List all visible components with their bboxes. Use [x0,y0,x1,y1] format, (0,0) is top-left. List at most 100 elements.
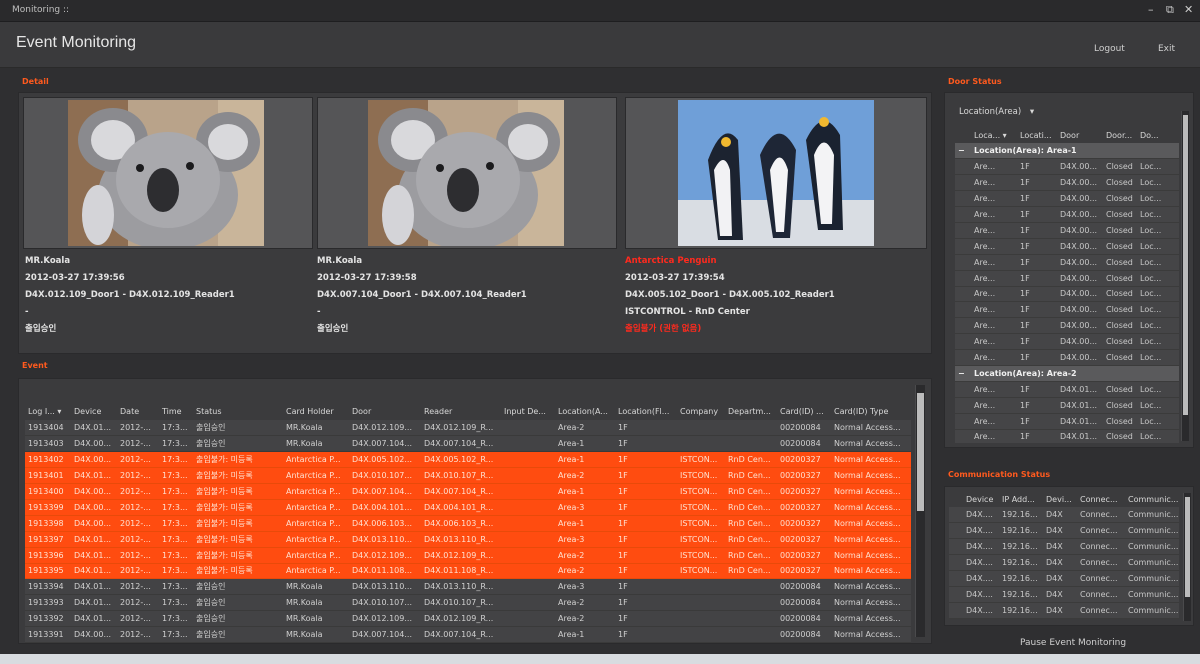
door-row[interactable]: Are... 1F D4X.01... Closed Loc... [955,381,1179,398]
door-cell: Loc... [1137,270,1179,287]
event-column-header[interactable]: Location(Fl... [615,403,677,420]
scroll-thumb[interactable] [1183,115,1188,415]
minimize-icon[interactable]: – [1148,3,1154,16]
comm-row[interactable]: D4X.... 192.16... D4X Connec... Communic... [949,586,1179,603]
comm-status-scrollbar[interactable] [1183,493,1191,621]
door-row[interactable]: Are... 1F D4X.00... Closed Loc... [955,349,1179,366]
event-cell: D4X.01... [71,610,117,628]
scroll-thumb[interactable] [1185,497,1190,597]
door-row[interactable]: Are... 1F D4X.00... Closed Loc... [955,254,1179,271]
event-section-label: Event [22,361,48,370]
group-by-chip[interactable]: Location(Area) ▾ [959,107,1034,117]
event-row[interactable]: 1913402 D4X.00... 2012-... 17:3... 출입불가: 미등록… [25,451,911,469]
event-cell: D4X.004.101... [349,499,421,516]
door-row[interactable]: Are... 1F D4X.00... Closed Loc... [955,301,1179,319]
event-column-header[interactable]: Card(ID) Type [831,403,911,420]
comm-row[interactable]: D4X.... 192.16... D4X Connec... Communic... [949,507,1179,524]
event-cell: D4X.01... [71,420,117,437]
door-row[interactable]: Are... 1F D4X.00... Closed Loc... [955,317,1179,335]
event-row[interactable]: 1913399 D4X.00... 2012-... 17:3... 출입불가: 미등록… [25,499,911,516]
event-cell: 1913397 [25,531,71,548]
event-cell: MR.Koala [283,420,349,437]
event-cell: Normal Access... [831,626,911,643]
door-row[interactable]: Are... 1F D4X.01... Closed Loc... [955,397,1179,414]
comm-row[interactable]: D4X.... 192.16... D4X Connec... Communic... [949,602,1179,619]
event-row[interactable]: 1913391 D4X.00... 2012-... 17:3... 출입승인 MR.Ko… [25,626,911,643]
door-column-header[interactable]: Loca... ▾ [971,127,1017,143]
door-row[interactable]: Are... 1F D4X.00... Closed Loc... [955,238,1179,255]
event-row[interactable]: 1913393 D4X.01... 2012-... 17:3... 출입승인 MR.Ko… [25,594,911,612]
door-column-header[interactable]: Door... [1103,127,1137,143]
door-reader: D4X.012.109_Door1 - D4X.012.109_Reader1 [25,290,235,300]
door-row[interactable]: Are... 1F D4X.00... Closed Loc... [955,206,1179,223]
logout-button[interactable]: Logout [1094,44,1125,54]
pause-event-monitoring-button[interactable]: Pause Event Monitoring [1020,638,1126,648]
event-column-header[interactable]: Card(ID) ... [777,403,831,420]
event-column-header[interactable]: Card Holder [283,403,349,420]
event-row[interactable]: 1913400 D4X.00... 2012-... 17:3... 출입불가: 미등록… [25,483,911,500]
event-cell [501,610,555,628]
row-indent [955,333,971,351]
door-row[interactable]: Are... 1F D4X.00... Closed Loc... [955,174,1179,192]
event-cell [501,483,555,500]
door-row[interactable]: Are... 1F D4X.00... Closed Loc... [955,222,1179,239]
door-cell: Closed [1103,206,1137,223]
event-row[interactable]: 1913404 D4X.01... 2012-... 17:3... 출입승인 MR.Ko… [25,420,911,437]
event-row[interactable]: 1913395 D4X.01... 2012-... 17:3... 출입불가: 미등록… [25,563,911,580]
event-column-header[interactable]: Log I... ▾ [25,403,71,420]
door-group-row[interactable]: − Location(Area): Area-2 [955,365,1179,382]
event-column-header[interactable]: Date [117,403,159,420]
door-cell: Closed [1103,301,1137,319]
event-row[interactable]: 1913392 D4X.01... 2012-... 17:3... 출입승인 MR.Ko… [25,610,911,628]
comm-column-header[interactable]: Devi... [1043,491,1077,507]
event-column-header[interactable]: Device [71,403,117,420]
door-group-row[interactable]: − Location(Area): Area-1 [955,143,1179,160]
comm-column-header[interactable]: Connec... [1077,491,1125,507]
door-row[interactable]: Are... 1F D4X.00... Closed Loc... [955,270,1179,287]
event-cell: RnD Cen... [725,499,777,516]
event-column-header[interactable]: Reader [421,403,501,420]
comm-column-header[interactable]: Communic... [1125,491,1179,507]
close-icon[interactable]: ✕ [1184,3,1193,16]
event-column-header[interactable]: Location(A... [555,403,615,420]
door-column-header[interactable]: Do... [1137,127,1179,143]
comm-row[interactable]: D4X.... 192.16... D4X Connec... Communic... [949,522,1179,540]
restore-icon[interactable]: ⧉ [1166,3,1174,17]
event-row[interactable]: 1913401 D4X.01... 2012-... 17:3... 출입불가: 미등록… [25,467,911,485]
comm-row[interactable]: D4X.... 192.16... D4X Connec... Communic... [949,554,1179,572]
comm-column-header[interactable]: IP Add... [999,491,1043,507]
door-row[interactable]: Are... 1F D4X.01... Closed Loc... [955,429,1179,443]
collapse-icon[interactable]: − [955,143,971,160]
event-column-header[interactable]: Company [677,403,725,420]
event-column-header[interactable]: Input De... [501,403,555,420]
event-row[interactable]: 1913398 D4X.00... 2012-... 17:3... 출입불가: 미등록… [25,515,911,532]
event-column-header[interactable]: Door [349,403,421,420]
door-column-header[interactable]: Door [1057,127,1103,143]
door-row[interactable]: Are... 1F D4X.00... Closed Loc... [955,158,1179,176]
door-row[interactable]: Are... 1F D4X.00... Closed Loc... [955,190,1179,208]
door-row[interactable]: Are... 1F D4X.00... Closed Loc... [955,333,1179,351]
event-row[interactable]: 1913397 D4X.01... 2012-... 17:3... 출입불가: 미등록… [25,531,911,548]
event-row[interactable]: 1913403 D4X.00... 2012-... 17:3... 출입승인 MR.Ko… [25,435,911,453]
comm-column-header[interactable]: Device [963,491,999,507]
comm-cell: D4X.... [963,538,999,556]
event-column-header[interactable]: Time [159,403,193,420]
scroll-thumb[interactable] [917,393,924,511]
event-column-header[interactable]: Departm... [725,403,777,420]
door-row[interactable]: Are... 1F D4X.01... Closed Loc... [955,413,1179,430]
event-cell: D4X.013.110... [349,578,421,596]
collapse-icon[interactable]: − [955,365,971,382]
event-column-header[interactable]: Status [193,403,283,420]
exit-button[interactable]: Exit [1158,44,1175,54]
event-row[interactable]: 1913396 D4X.01... 2012-... 17:3... 출입불가: 미등록… [25,547,911,564]
door-cell: 1F [1017,158,1057,176]
comm-row[interactable]: D4X.... 192.16... D4X Connec... Communic... [949,538,1179,556]
door-status-scrollbar[interactable] [1181,111,1189,441]
event-scrollbar[interactable] [915,385,925,637]
door-column-header[interactable]: Locati... [1017,127,1057,143]
event-row[interactable]: 1913394 D4X.01... 2012-... 17:3... 출입승인 MR.Ko… [25,578,911,596]
comm-row[interactable]: D4X.... 192.16... D4X Connec... Communic... [949,570,1179,587]
event-cell: 1F [615,563,677,580]
comm-cell: 192.16... [999,602,1043,619]
door-row[interactable]: Are... 1F D4X.00... Closed Loc... [955,286,1179,303]
